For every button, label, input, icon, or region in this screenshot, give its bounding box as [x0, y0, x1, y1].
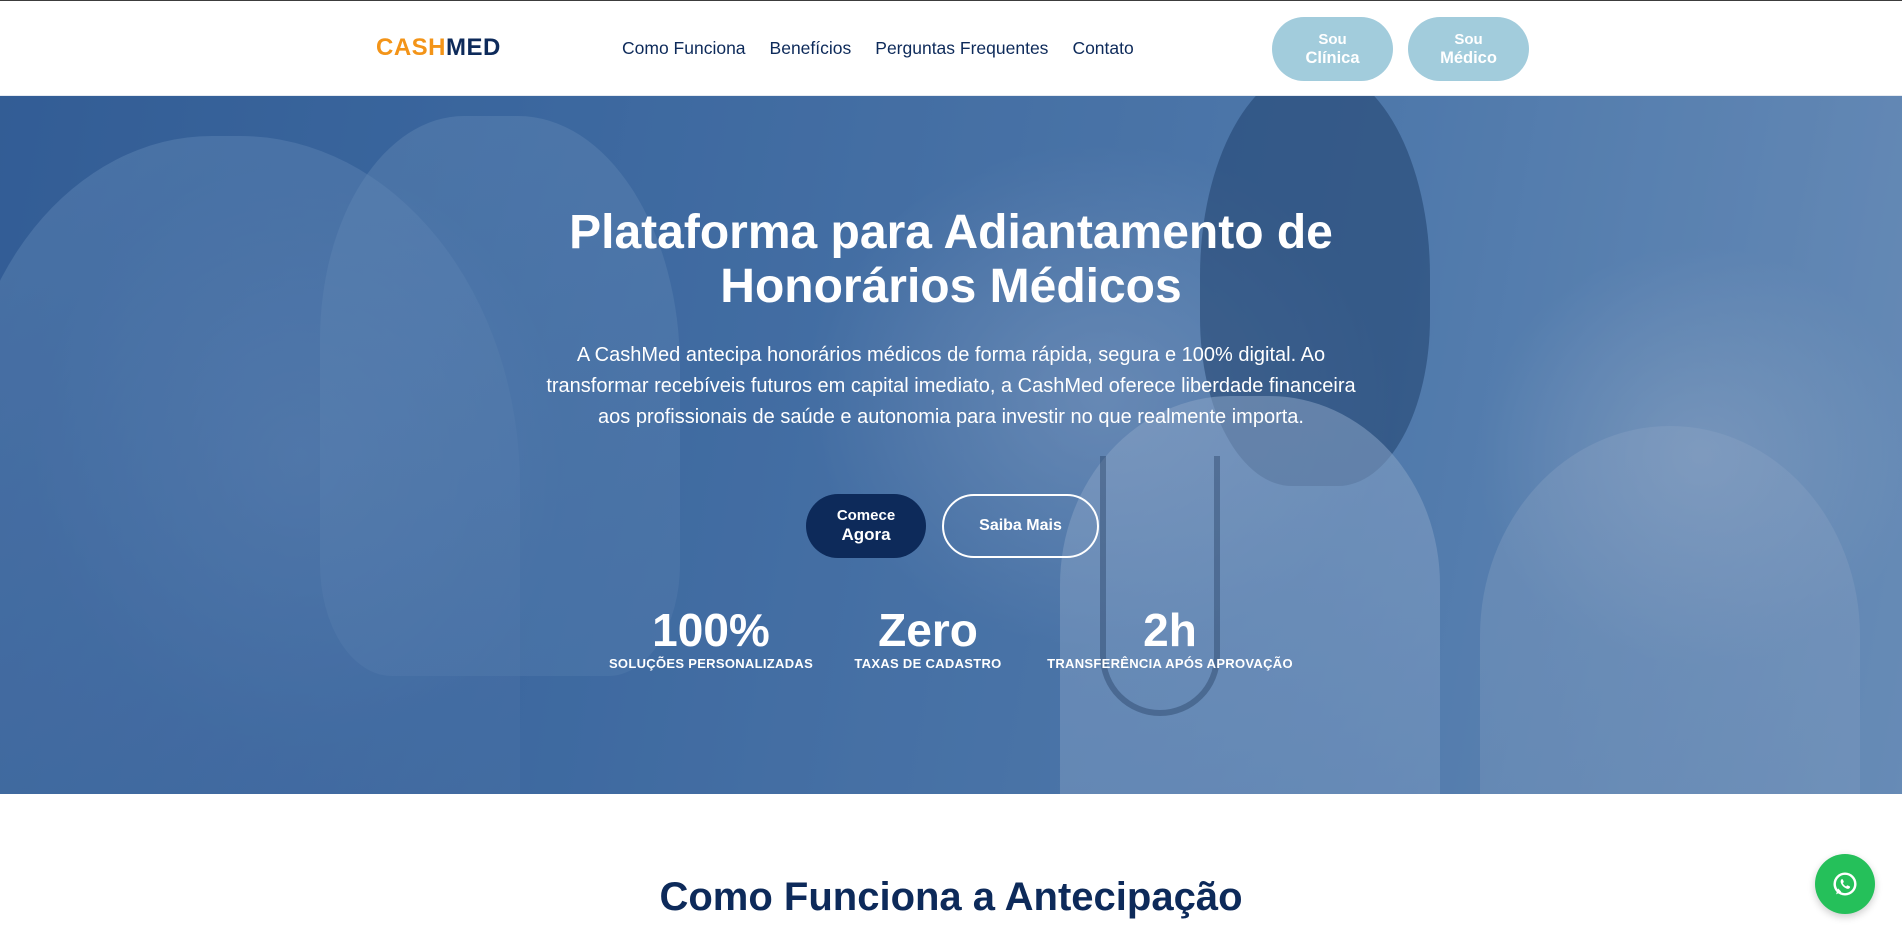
stat-solucoes: 100% SOLUÇÕES PERSONALIZADAS [606, 604, 816, 672]
sou-clinica-small-label: Sou [1318, 31, 1347, 48]
stat-value: 2h [1143, 604, 1197, 656]
sou-clinica-button[interactable]: Sou Clínica [1272, 17, 1393, 81]
nav-como-funciona[interactable]: Como Funciona [622, 37, 746, 59]
nav-contato[interactable]: Contato [1072, 37, 1133, 59]
sou-medico-button[interactable]: Sou Médico [1408, 17, 1529, 81]
stat-label: SOLUÇÕES PERSONALIZADAS [608, 656, 814, 671]
sou-medico-small-label: Sou [1454, 31, 1483, 48]
nav-perguntas-frequentes[interactable]: Perguntas Frequentes [875, 37, 1048, 59]
comece-agora-small-label: Comece [836, 507, 896, 524]
stat-label: TAXAS DE CADASTRO [854, 656, 1002, 671]
sou-clinica-label: Clínica [1305, 49, 1360, 67]
stat-value: Zero [878, 604, 978, 656]
stat-value: 100% [652, 604, 770, 656]
site-header: CASHMED Como Funciona Benefícios Pergunt… [0, 1, 1902, 96]
hero-subtitle: A CashMed antecipa honorários médicos de… [546, 344, 1356, 428]
stat-label: TRANSFERÊNCIA APÓS APROVAÇÃO [1047, 656, 1293, 671]
whatsapp-button[interactable] [1815, 854, 1875, 914]
whatsapp-icon [1833, 872, 1857, 896]
hero-section: Plataforma para Adiantamento de Honorári… [0, 96, 1902, 794]
comece-agora-button[interactable]: Comece Agora [806, 494, 926, 558]
comece-agora-label: Agora [841, 525, 891, 544]
hero-title-line2: Honorários Médicos [720, 260, 1182, 313]
nav-beneficios[interactable]: Benefícios [770, 37, 852, 59]
saiba-mais-button[interactable]: Saiba Mais [942, 494, 1099, 558]
stat-taxas: Zero TAXAS DE CADASTRO [850, 604, 1006, 672]
stat-transferencia: 2h TRANSFERÊNCIA APÓS APROVAÇÃO [1040, 604, 1300, 672]
hero-content: Plataforma para Adiantamento de Honorári… [0, 96, 1902, 794]
logo-med-text: MED [446, 34, 501, 61]
logo-cash-text: CASH [376, 34, 447, 61]
hero-title: Plataforma para Adiantamento de Honorári… [451, 206, 1451, 314]
hero-title-line1: Plataforma para Adiantamento de [569, 206, 1333, 259]
cashmed-logo[interactable]: CASHMED [376, 33, 501, 63]
hero-stats: 100% SOLUÇÕES PERSONALIZADAS Zero TAXAS … [0, 604, 1902, 684]
main-nav: Como Funciona Benefícios Perguntas Frequ… [622, 37, 1134, 59]
como-funciona-title: Como Funciona a Antecipação [659, 875, 1243, 919]
sou-medico-label: Médico [1440, 49, 1497, 67]
